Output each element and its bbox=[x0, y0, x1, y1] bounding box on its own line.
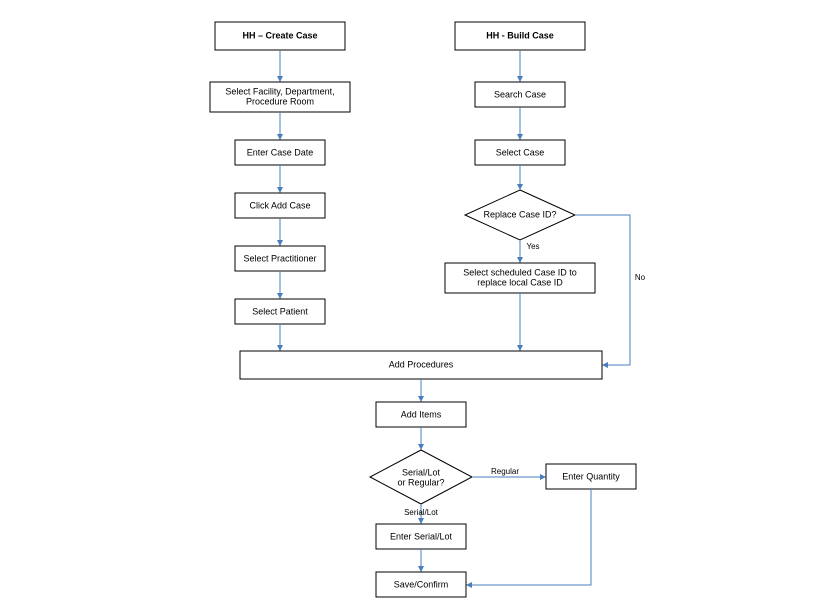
enter-case-date-label: Enter Case Date bbox=[247, 147, 314, 157]
no-label: No bbox=[635, 273, 646, 282]
select-facility-line1: Select Facility, Department, bbox=[225, 86, 334, 96]
select-case-label: Select Case bbox=[496, 147, 545, 157]
add-procedures-label: Add Procedures bbox=[389, 359, 454, 369]
regular-label: Regular bbox=[491, 467, 519, 476]
yes-label: Yes bbox=[526, 242, 539, 251]
enter-serial-lot-label: Enter Serial/Lot bbox=[390, 531, 453, 541]
select-scheduled-line2: replace local Case ID bbox=[477, 277, 563, 287]
save-confirm-label: Save/Confirm bbox=[394, 579, 449, 589]
select-patient-label: Select Patient bbox=[252, 306, 308, 316]
search-case-label: Search Case bbox=[494, 89, 546, 99]
select-facility-line2: Procedure Room bbox=[246, 96, 314, 106]
enter-quantity-label: Enter Quantity bbox=[562, 471, 620, 481]
seriallot-label: Serial/Lot bbox=[404, 508, 439, 517]
select-scheduled-line1: Select scheduled Case ID to bbox=[463, 267, 577, 277]
serial-regular-line2: or Regular? bbox=[397, 477, 444, 487]
serial-regular-line1: Serial/Lot bbox=[402, 467, 441, 477]
click-add-case-label: Click Add Case bbox=[249, 200, 310, 210]
select-practitioner-label: Select Practitioner bbox=[243, 253, 316, 263]
create-case-header-label: HH – Create Case bbox=[242, 30, 317, 40]
replace-case-id-label: Replace Case ID? bbox=[483, 209, 556, 219]
build-case-header-label: HH - Build Case bbox=[486, 30, 554, 40]
add-items-label: Add Items bbox=[401, 409, 442, 419]
